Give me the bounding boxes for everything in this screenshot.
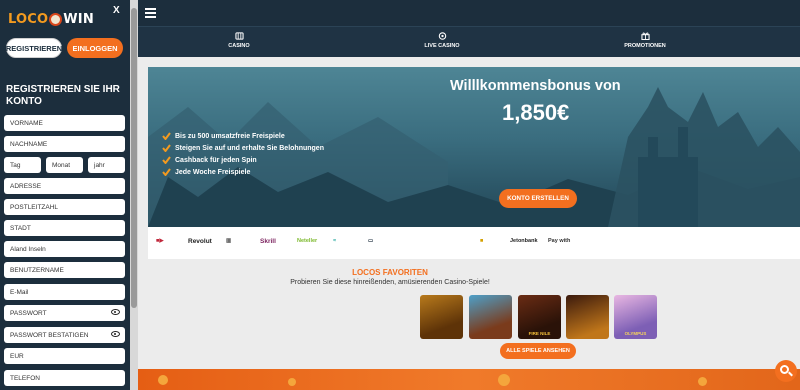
logo-text-left: LOCO (8, 11, 49, 27)
favorites-section: LOCOS FAVORITEN Probieren Sie diese hinr… (148, 259, 800, 369)
payment-logo-revolut: Revolut (188, 238, 212, 245)
register-button[interactable]: REGISTRIEREN (6, 38, 62, 58)
check-icon (162, 132, 171, 140)
bonus-title: Willlkommensbonus von (450, 78, 621, 94)
confirm-password-label: PASSWORT BESTATIGEN (10, 331, 89, 339)
show-password-icon[interactable] (111, 309, 120, 315)
nav-live-casino-label: LIVE CASINO (424, 43, 460, 49)
game-tile[interactable] (469, 295, 512, 339)
gift-icon (640, 32, 650, 40)
show-confirm-password-icon[interactable] (111, 331, 120, 337)
country-select[interactable]: Aland Inseln (4, 241, 125, 257)
password-field[interactable]: PASSWORT (4, 305, 125, 321)
coin-icon (698, 377, 707, 386)
promo-footer-strip (138, 369, 800, 390)
payment-logo-jetonbank: Jetonbank (510, 238, 538, 244)
payment-logo-skrill: Skrill (260, 238, 276, 245)
nav-promotions-label: PROMOTIONEN (624, 43, 666, 49)
coin-icon (158, 375, 168, 385)
currency-select[interactable]: EUR (4, 348, 125, 364)
last-name-field[interactable]: NACHNAME (4, 136, 125, 152)
welcome-bonus-banner: Willlkommensbonus von 1,850€ Bis zu 500 … (148, 67, 800, 227)
check-icon (162, 144, 171, 152)
bonus-bullet: Bis zu 500 umsatzfreie Freispiele (162, 130, 324, 142)
login-button[interactable]: EINLOGGEN (67, 38, 123, 58)
bonus-amount: 1,850€ (502, 100, 570, 125)
bonus-bullet: Jede Woche Freispiele (162, 166, 324, 178)
payment-logo-paywith: Pay with (548, 238, 571, 244)
skull-icon (49, 12, 63, 26)
close-icon[interactable]: X (113, 5, 120, 16)
bonus-bullet-text: Cashback für jeden Spin (175, 156, 257, 164)
phone-field[interactable]: TELEFON (4, 370, 125, 386)
birth-year-field[interactable]: jahr (88, 157, 125, 173)
payment-logo-neteller: Neteller (297, 238, 318, 244)
locowin-logo[interactable]: LOCO WIN (8, 10, 94, 28)
postcode-field[interactable]: POSTLEITZAHL (4, 199, 125, 215)
game-tile[interactable] (420, 295, 463, 339)
bonus-bullet: Steigen Sie auf und erhalte Sie Belohnun… (162, 142, 324, 154)
nav-casino[interactable]: CASINO (199, 32, 279, 49)
create-account-button[interactable]: KONTO ERSTELLEN (499, 189, 577, 208)
nav-casino-label: CASINO (228, 43, 250, 49)
address-field[interactable]: ADRESSE (4, 178, 125, 194)
wave-icon: ≈ (333, 238, 337, 244)
card-icon: ▭ (368, 238, 374, 244)
view-all-games-button[interactable]: ALLE SPIELE ANSEHEN (500, 343, 576, 359)
game-tile[interactable]: FIRE NILE (518, 295, 561, 339)
coin-icon (498, 374, 510, 386)
casino-icon (234, 32, 244, 40)
first-name-field[interactable]: VORNAME (4, 115, 125, 131)
sidebar-scrollbar-thumb[interactable] (131, 8, 137, 308)
coin-icon (288, 378, 296, 386)
bank-icon: ▥ (226, 238, 232, 244)
bonus-bullet: Cashback für jeden Spin (162, 154, 324, 166)
payment-methods-strip: ■▶ Revolut ▥ Skrill Neteller ≈ ▭ ■ Jeton… (148, 227, 800, 259)
sidebar-content: LOCO WIN X REGISTRIEREN EINLOGGEN REGIST… (0, 0, 130, 390)
live-casino-icon (438, 32, 446, 40)
top-bar (138, 0, 800, 26)
game-tile[interactable]: OLYMPUS (614, 295, 657, 339)
confirm-password-field[interactable]: PASSWORT BESTATIGEN (4, 327, 125, 343)
birth-month-field[interactable]: Monat (46, 157, 83, 173)
menu-icon[interactable] (145, 8, 156, 18)
search-button[interactable] (775, 360, 797, 382)
voucher-icon: ■ (480, 238, 484, 244)
favorites-subtitle: Probieren Sie diese hinreißenden, amüsie… (290, 279, 490, 286)
registration-sidebar: LOCO WIN X REGISTRIEREN EINLOGGEN REGIST… (0, 0, 138, 390)
bonus-bullet-text: Steigen Sie auf und erhalte Sie Belohnun… (175, 144, 324, 152)
city-field[interactable]: STADT (4, 220, 125, 236)
bonus-bullet-text: Bis zu 500 umsatzfreie Freispiele (175, 132, 285, 140)
favorites-title: LOCOS FAVORITEN (352, 268, 428, 277)
logo-text-right: WIN (63, 11, 94, 27)
game-tile[interactable] (566, 295, 609, 339)
register-heading: REGISTRIEREN SIE IHR KONTO (6, 84, 120, 107)
payment-logo-icon: ■▶ (156, 238, 164, 244)
nav-live-casino[interactable]: LIVE CASINO (402, 32, 482, 49)
check-icon (162, 156, 171, 164)
email-field[interactable]: E-Mail (4, 284, 125, 300)
bonus-bullets: Bis zu 500 umsatzfreie Freispiele Steige… (162, 130, 324, 178)
birth-day-field[interactable]: Tag (4, 157, 41, 173)
bonus-bullet-text: Jede Woche Freispiele (175, 168, 251, 176)
category-nav: CASINO LIVE CASINO PROMOTIONEN (138, 26, 800, 57)
password-label: PASSWORT (10, 309, 47, 317)
nav-promotions[interactable]: PROMOTIONEN (605, 32, 685, 49)
check-icon (162, 168, 171, 176)
